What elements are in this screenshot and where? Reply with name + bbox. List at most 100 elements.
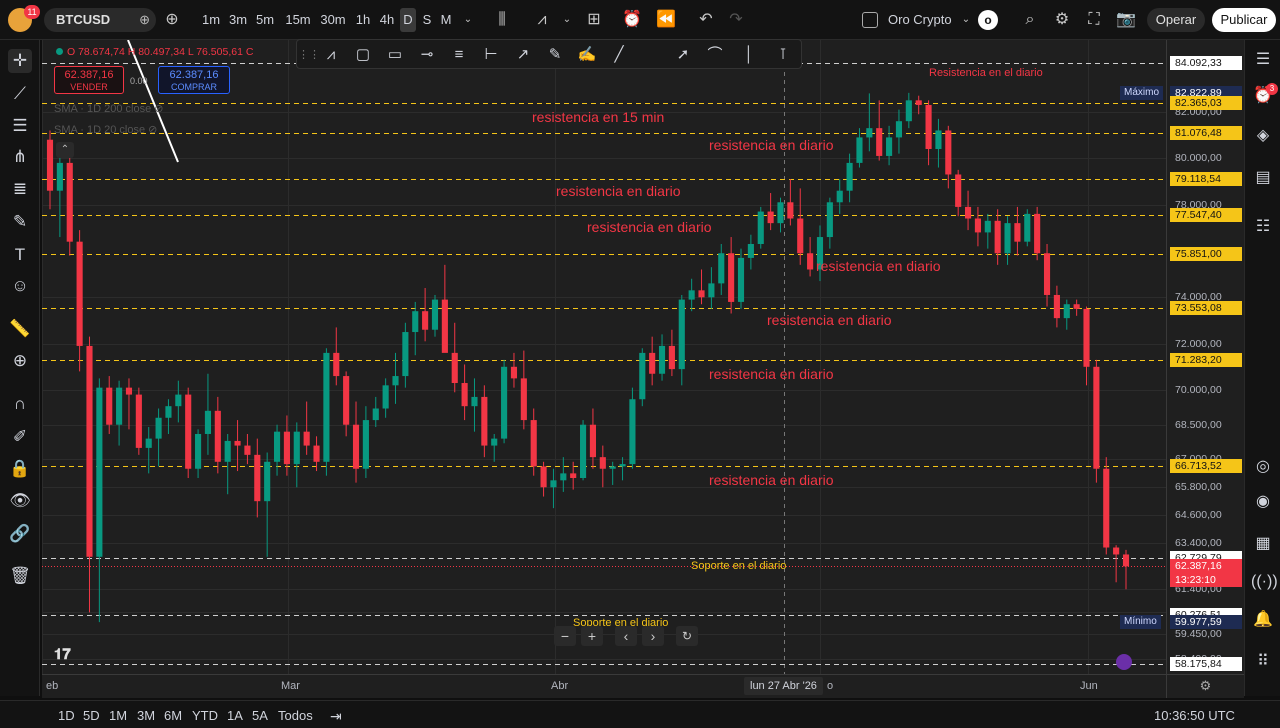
indicators-dropdown-icon[interactable]: ⌄: [555, 8, 579, 32]
watchlist-name[interactable]: Oro Crypto: [888, 8, 958, 32]
snapshot-camera-icon[interactable]: 📷: [1114, 8, 1138, 32]
chart-annotation[interactable]: resistencia en diario: [556, 183, 681, 199]
hidden-eye-icon[interactable]: ⊘: [148, 124, 157, 136]
callout-tool-icon[interactable]: ▭: [383, 43, 407, 67]
scroll-left-button[interactable]: ‹: [615, 626, 637, 646]
watchlist-checkbox[interactable]: [862, 12, 878, 28]
range-3m[interactable]: 3M: [137, 707, 155, 725]
interval-d-active[interactable]: D: [400, 8, 416, 32]
ruler-icon[interactable]: 📏: [8, 317, 32, 341]
candle-type-icon[interactable]: ⫼: [490, 8, 514, 32]
add-symbol-icon[interactable]: ⊕: [139, 8, 150, 32]
crypto-logo-icon[interactable]: [1116, 654, 1132, 670]
time-scale[interactable]: eb Mar Abr o Jun lun 27 Abr '26: [42, 674, 1166, 698]
symbol-search[interactable]: BTCUSD ⊕: [44, 8, 156, 32]
chart-annotation[interactable]: resistencia en diario: [709, 472, 834, 488]
range-1d[interactable]: 1D: [58, 707, 75, 725]
lock-drawings-icon[interactable]: 🔒: [8, 457, 32, 481]
clock-time[interactable]: 10:36:50 UTC: [1154, 707, 1235, 725]
scroll-right-button[interactable]: ›: [642, 626, 664, 646]
path-tool-icon[interactable]: ⩘: [319, 43, 343, 67]
range-1m[interactable]: 1M: [109, 707, 127, 725]
range-5a[interactable]: 5A: [252, 707, 268, 725]
goto-date-icon[interactable]: ⇥: [330, 707, 342, 725]
tradingview-logo-icon[interactable]: 𝟏𝟕: [54, 646, 71, 663]
interval-30m[interactable]: 30m: [318, 8, 348, 32]
redo-icon[interactable]: ↷: [724, 8, 748, 32]
undo-icon[interactable]: ↶: [694, 8, 718, 32]
layout-grid-icon[interactable]: ⊞: [582, 8, 606, 32]
crosshair-icon[interactable]: ✛: [8, 49, 32, 73]
arrow-tool-icon[interactable]: ↗: [511, 43, 535, 67]
quick-search-icon[interactable]: ⌕: [1018, 8, 1042, 32]
target-icon[interactable]: ◉: [1251, 490, 1275, 514]
broadcast-icon[interactable]: ((·)): [1251, 570, 1278, 594]
replay-icon[interactable]: ⏪: [654, 8, 678, 32]
trend-line-icon[interactable]: ⟋: [8, 82, 32, 106]
zoom-out-button[interactable]: −: [554, 626, 576, 646]
watchlist-icon[interactable]: ☰: [1251, 48, 1275, 72]
scale-settings-gear-icon[interactable]: ⚙: [1166, 674, 1244, 698]
chart-annotation[interactable]: resistencia en diario: [587, 219, 712, 235]
chart-annotation[interactable]: Soporte en el diario: [691, 560, 786, 572]
chat-icon[interactable]: ▤: [1251, 166, 1275, 190]
user-avatar[interactable]: o: [978, 10, 998, 30]
zoom-in-button[interactable]: +: [581, 626, 603, 646]
interval-dropdown-icon[interactable]: ⌄: [456, 8, 480, 32]
cursor-tool-icon[interactable]: ➚: [671, 43, 695, 67]
alert-clock-icon[interactable]: ⏰: [620, 8, 644, 32]
fib-icon[interactable]: ≣: [8, 177, 32, 201]
line-tool-icon[interactable]: ╱: [607, 43, 631, 67]
publish-button[interactable]: Publicar: [1212, 8, 1276, 32]
magnet-icon[interactable]: ∩: [8, 392, 32, 416]
hidden-eye-icon[interactable]: ⊘: [154, 103, 163, 115]
buy-button[interactable]: 62.387,16 COMPRAR: [158, 66, 230, 94]
collapse-legend-icon[interactable]: ⌃: [56, 142, 74, 158]
chart-annotation[interactable]: resistencia en diario: [767, 312, 892, 328]
apps-grid-icon[interactable]: ⠿: [1251, 650, 1275, 674]
watchlist-dropdown-icon[interactable]: ⌄: [954, 8, 978, 32]
screener-icon[interactable]: ◎: [1251, 455, 1275, 479]
horizontal-ray-icon[interactable]: ⊸: [415, 43, 439, 67]
range-ytd[interactable]: YTD: [192, 707, 218, 725]
chart-pane[interactable]: O 78.674,74 H 80.497,34 L 76.505,61 C 62…: [42, 40, 1166, 674]
interval-15m[interactable]: 15m: [283, 8, 313, 32]
interval-4h[interactable]: 4h: [376, 8, 398, 32]
reset-chart-button[interactable]: ↻: [676, 626, 698, 646]
layers-icon[interactable]: ◈: [1251, 124, 1275, 148]
chart-annotation[interactable]: resistencia en 15 min: [532, 109, 664, 125]
date-range-icon[interactable]: ⊢: [479, 43, 503, 67]
text-tool-icon[interactable]: T: [8, 243, 32, 267]
rectangle-tool-icon[interactable]: ▢: [351, 43, 375, 67]
object-tree-icon[interactable]: ☷: [1251, 215, 1275, 239]
compare-add-icon[interactable]: ⊕: [160, 8, 184, 32]
interval-1h[interactable]: 1h: [352, 8, 374, 32]
pitchfork-icon[interactable]: ⋔: [8, 145, 32, 169]
chart-annotation[interactable]: resistencia en diario: [709, 137, 834, 153]
trade-button[interactable]: Operar: [1147, 8, 1205, 32]
price-scale[interactable]: 82.000,00 80.000,00 78.000,00 74.000,00 72.0…: [1166, 40, 1244, 674]
interval-m[interactable]: M: [438, 8, 454, 32]
link-icon[interactable]: 🔗: [8, 522, 32, 546]
indicator-sma-20[interactable]: SMA · 1D 20 close ⊘: [54, 123, 157, 136]
range-6m[interactable]: 6M: [164, 707, 182, 725]
interval-3m[interactable]: 3m: [227, 8, 249, 32]
range-5d[interactable]: 5D: [83, 707, 100, 725]
zoom-in-icon[interactable]: ⊕: [8, 349, 32, 373]
visibility-eye-icon[interactable]: 👁: [8, 489, 32, 513]
curve-tool-icon[interactable]: ⌒: [703, 43, 727, 67]
notifications-bell-icon[interactable]: 🔔: [1251, 608, 1275, 632]
settings-gear-icon[interactable]: ⚙: [1050, 8, 1074, 32]
chart-annotation[interactable]: Resistencia en el diario: [929, 67, 1043, 79]
parallel-channel-icon[interactable]: ≡: [447, 43, 471, 67]
stay-drawing-icon[interactable]: ✐: [8, 425, 32, 449]
fullscreen-icon[interactable]: ⛶: [1082, 8, 1106, 32]
horizontal-lines-icon[interactable]: ☰: [8, 114, 32, 138]
emoji-icon[interactable]: ☺: [8, 274, 32, 298]
interval-s[interactable]: S: [420, 8, 434, 32]
indicators-icon[interactable]: ⩘: [530, 8, 554, 32]
drag-handle-icon[interactable]: ⋮⋮: [297, 43, 321, 67]
sell-button[interactable]: 62.387,16 VENDER: [54, 66, 124, 94]
highlighter-icon[interactable]: ✍: [575, 43, 599, 67]
trash-icon[interactable]: 🗑: [8, 564, 32, 588]
